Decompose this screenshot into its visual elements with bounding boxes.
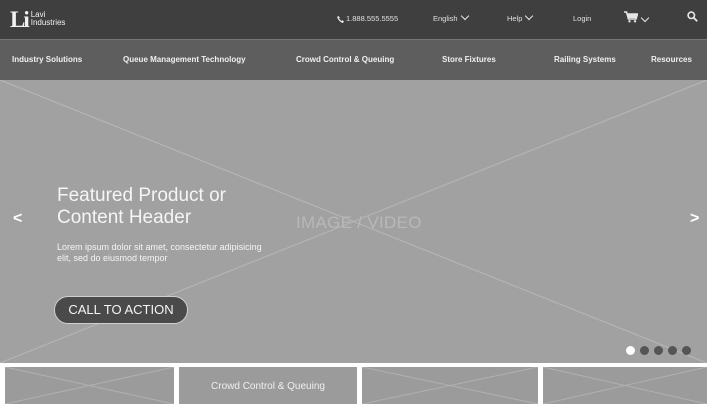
phone-link[interactable]: 1.888.555.5555 [337,13,398,25]
category-tile[interactable] [5,367,174,404]
chevron-down-icon [460,11,469,21]
nav-queue-management-technology[interactable]: Queue Management Technology [123,54,246,66]
logo-mark: Li [10,6,30,32]
category-tile-crowd-control[interactable]: Crowd Control & Queuing [179,367,357,404]
category-tile[interactable] [362,367,538,404]
image-video-placeholder-label: IMAGE / VIDEO [296,213,422,232]
nav-railing-systems[interactable]: Railing Systems [554,54,616,66]
carousel-next-button[interactable]: > [690,210,699,228]
tile-placeholder [543,367,707,404]
hero-carousel: IMAGE / VIDEO < > Featured Product or Co… [0,80,707,363]
nav-store-fixtures[interactable]: Store Fixtures [442,54,496,66]
logo-line-2: Industries [30,18,66,27]
carousel-prev-button[interactable]: < [13,210,22,228]
cart-dropdown[interactable] [624,11,650,27]
hero-body-text: Lorem ipsum dolor sit amet, consectetur … [57,242,262,263]
logo[interactable]: Li Lavi Industries [10,6,65,32]
nav-resources[interactable]: Resources [651,54,692,66]
help-dropdown[interactable]: Help [507,11,534,25]
category-tile[interactable] [543,367,707,404]
carousel-dot[interactable] [682,346,691,355]
logo-text: Lavi Industries [31,11,66,27]
search-button[interactable] [687,11,698,26]
login-link[interactable]: Login [573,13,591,25]
carousel-dot[interactable] [626,346,635,355]
hero-title: Featured Product or Content Header [57,185,226,228]
carousel-pagination [626,346,691,355]
carousel-dot[interactable] [668,346,677,355]
language-label: English [433,14,458,23]
call-to-action-button[interactable]: CALL TO ACTION [54,296,188,324]
phone-icon [337,15,344,23]
cart-icon [624,11,639,23]
top-utility-bar: Li Lavi Industries 1.888.555.5555 Englis… [0,0,707,39]
tile-placeholder [5,367,174,404]
tile-placeholder [362,367,538,404]
nav-industry-solutions[interactable]: Industry Solutions [12,54,82,66]
category-tiles: Crowd Control & Queuing [0,367,707,404]
phone-number: 1.888.555.5555 [346,14,399,23]
main-nav: Industry Solutions Queue Management Tech… [0,39,707,80]
carousel-dot[interactable] [654,346,663,355]
carousel-dot[interactable] [640,346,649,355]
language-dropdown[interactable]: English [433,11,469,25]
chevron-down-icon [525,11,534,21]
help-label: Help [507,14,523,23]
login-label: Login [573,14,592,23]
tile-label: Crowd Control & Queuing [211,381,325,392]
nav-crowd-control-queuing[interactable]: Crowd Control & Queuing [296,54,394,66]
chevron-down-icon [640,13,650,23]
search-icon [687,11,698,22]
